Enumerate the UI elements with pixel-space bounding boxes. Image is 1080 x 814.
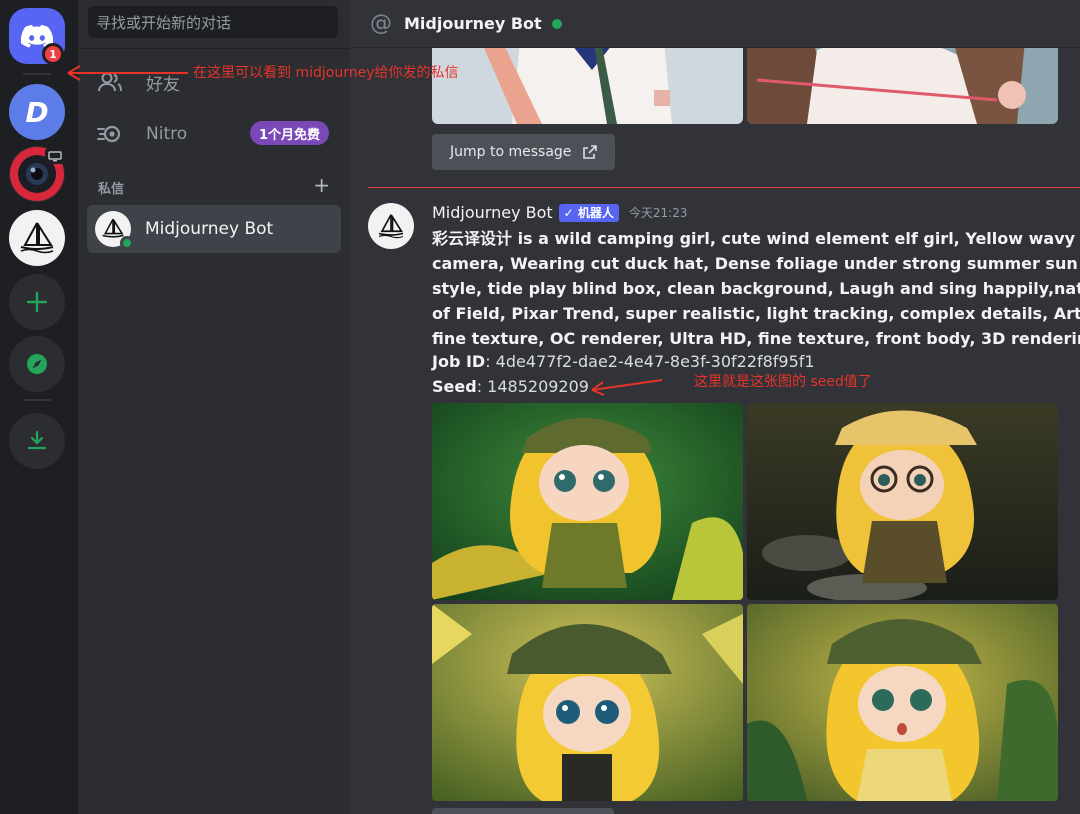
- create-dm-button[interactable]: +: [313, 175, 330, 197]
- annotation-seed-note: 这里就是这张图的 seed值了: [694, 374, 872, 390]
- download-icon: [27, 430, 47, 450]
- rail-divider: [23, 399, 51, 401]
- message-author-name[interactable]: Midjourney Bot: [432, 203, 553, 222]
- dm-item-midjourney-bot[interactable]: Midjourney Bot: [87, 205, 341, 253]
- chat-header: @ Midjourney Bot: [350, 0, 1080, 48]
- sidebar-divider: [78, 48, 350, 49]
- avatar: [95, 211, 134, 250]
- friends-label: 好友: [146, 74, 180, 95]
- plus-icon: [26, 291, 48, 313]
- chat-main: @ Midjourney Bot Jump to message Midjour…: [350, 0, 1080, 814]
- job-id-line: Job ID: 4de477f2-dae2-4e47-8e3f-30f22f8f…: [432, 352, 815, 371]
- server-midjourney-button[interactable]: [9, 210, 65, 266]
- nitro-promo-badge: 1个月免费: [250, 121, 330, 145]
- external-link-icon: [583, 145, 598, 159]
- server-d-button[interactable]: D: [9, 84, 65, 140]
- midjourney-boat-icon: [378, 214, 404, 239]
- server-rail: 1 D: [0, 0, 78, 814]
- friends-icon: [94, 66, 126, 98]
- seed-value: : 1485209209: [476, 377, 589, 396]
- midjourney-boat-icon: [20, 222, 54, 254]
- rail-divider: [23, 73, 51, 75]
- message-author-avatar[interactable]: [368, 203, 414, 249]
- upscale-button-row[interactable]: [432, 808, 614, 814]
- online-status-dot: [120, 236, 134, 250]
- online-status-dot: [551, 18, 562, 29]
- generated-image-2[interactable]: [747, 403, 1058, 600]
- generated-image-1[interactable]: [432, 403, 743, 600]
- dm-search-input[interactable]: 寻找或开始新的对话: [88, 6, 338, 38]
- message-prompt-text: 彩云译设计 is a wild camping girl, cute wind …: [432, 226, 1080, 351]
- message-header: Midjourney Bot ✓ 机器人 今天21:23: [432, 203, 687, 222]
- nitro-icon: [94, 118, 126, 150]
- dm-section-label: 私信: [98, 182, 125, 197]
- server-d-letter: D: [25, 95, 49, 129]
- job-id-label: Job ID: [432, 352, 486, 371]
- compass-icon: [27, 354, 47, 374]
- new-messages-divider: [368, 187, 1080, 188]
- prompt-line: 彩云译设计 is a wild camping girl, cute wind …: [432, 229, 1080, 248]
- explore-servers-button[interactable]: [9, 336, 65, 392]
- unread-badge: 1: [42, 43, 64, 65]
- direct-messages-header: 私信 +: [98, 175, 330, 197]
- friends-nav-item[interactable]: 好友: [94, 66, 180, 98]
- seed-line: Seed: 1485209209: [432, 377, 589, 396]
- job-id-value: : 4de477f2-dae2-4e47-8e3f-30f22f8f95f1: [485, 352, 815, 371]
- prompt-line: style, tide play blind box, clean backgr…: [432, 279, 1080, 298]
- add-server-button[interactable]: [9, 274, 65, 330]
- generated-image-4[interactable]: [747, 604, 1058, 801]
- prompt-line: of Field, Pixar Trend, super realistic, …: [432, 304, 1080, 323]
- prompt-line: camera, Wearing cut duck hat, Dense foli…: [432, 254, 1080, 273]
- annotation-dm-note: 在这里可以看到 midjourney给你发的私信: [193, 65, 459, 81]
- at-icon: @: [370, 11, 392, 36]
- chat-title: Midjourney Bot: [404, 14, 542, 33]
- generated-image-3[interactable]: [432, 604, 743, 801]
- dm-sidebar: 寻找或开始新的对话 好友 Nitro 1个月免费 私信 + Midjourney…: [78, 0, 350, 814]
- jump-to-message-button[interactable]: Jump to message: [432, 134, 616, 170]
- nitro-nav-item[interactable]: Nitro: [94, 118, 187, 150]
- message-timestamp: 今天21:23: [628, 206, 688, 220]
- download-apps-button[interactable]: [9, 413, 65, 469]
- screen-share-icon: [45, 148, 65, 164]
- bot-tag-badge: ✓ 机器人: [558, 203, 619, 222]
- prompt-line: fine texture, OC renderer, Ultra HD, fin…: [432, 329, 1080, 348]
- dm-item-name: Midjourney Bot: [145, 219, 274, 239]
- nitro-label: Nitro: [146, 124, 188, 144]
- seed-label: Seed: [432, 377, 477, 396]
- jump-label: Jump to message: [450, 144, 572, 160]
